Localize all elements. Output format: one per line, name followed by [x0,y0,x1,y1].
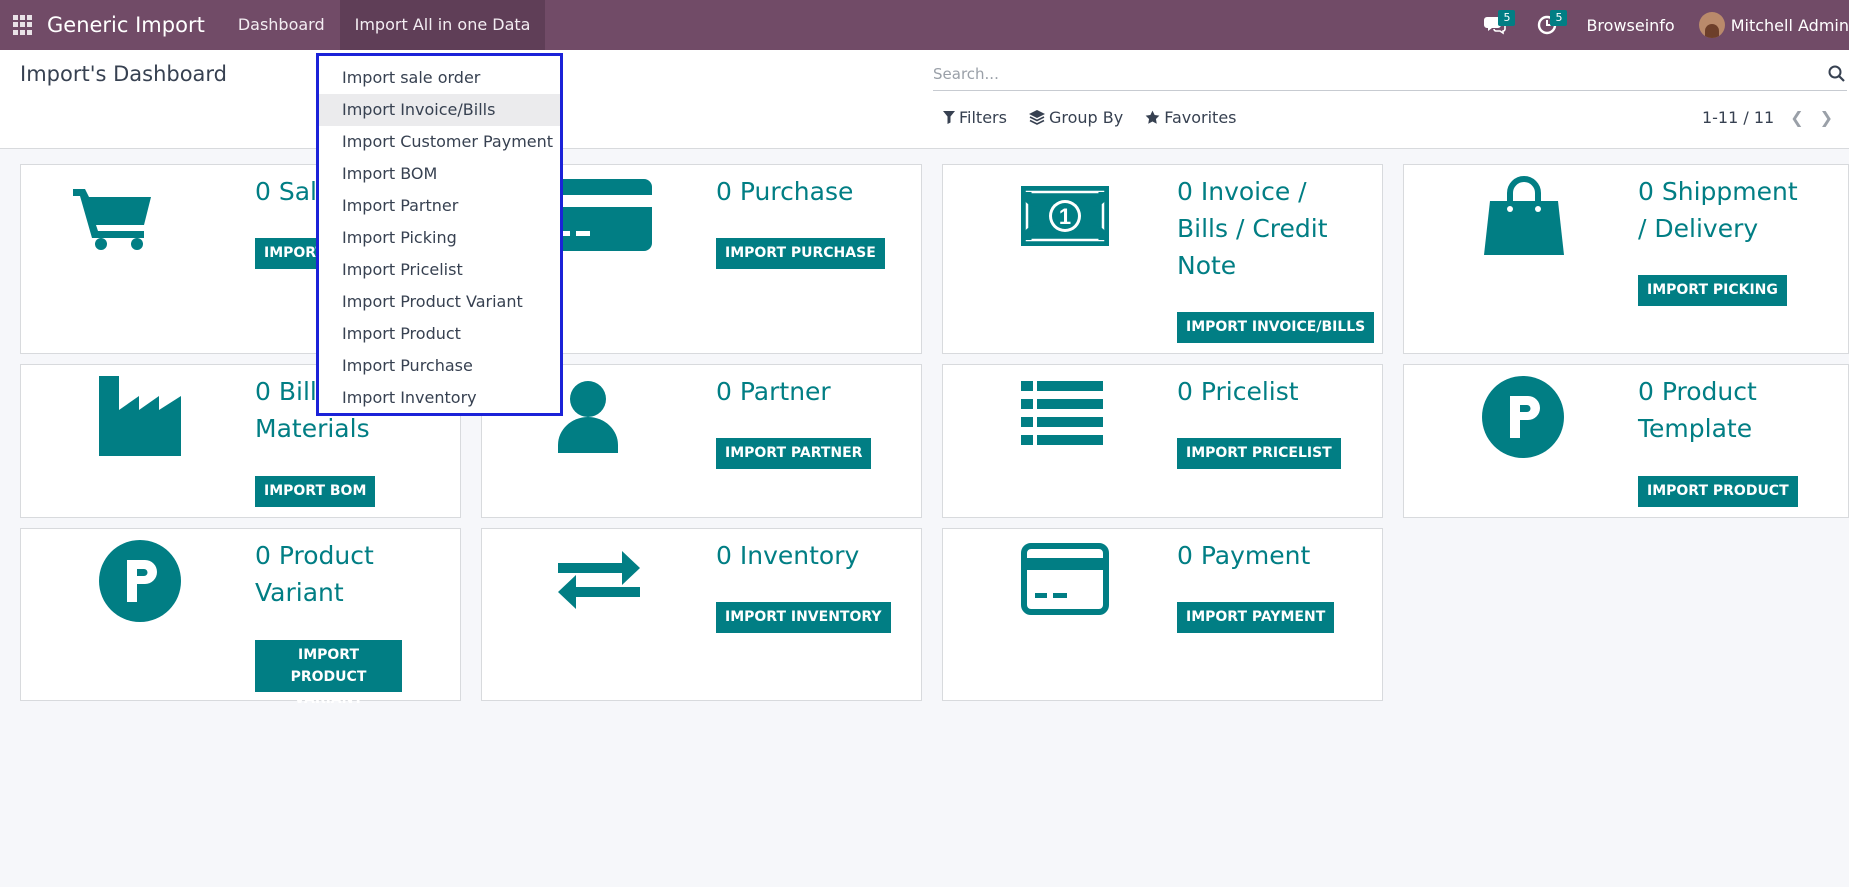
menu-dashboard[interactable]: Dashboard [223,0,340,50]
cart-icon [73,189,151,250]
dropdown-item-import-product[interactable]: Import Product [319,318,560,350]
import-payment-button[interactable]: IMPORT PAYMENT [1177,602,1335,633]
dropdown-item-import-product-variant[interactable]: Import Product Variant [319,286,560,318]
card-title: 0 Product Template [1638,377,1757,443]
favorites-label: Favorites [1164,108,1237,127]
activities-button[interactable]: 5 [1534,10,1568,38]
filters-label: Filters [959,108,1007,127]
layers-icon [1028,110,1045,125]
pager: 1-11 / 11 ❮ ❯ [1702,108,1833,127]
import-invoice-button[interactable]: IMPORT INVOICE/BILLS [1177,312,1375,343]
apps-grid-icon[interactable] [13,15,33,35]
activities-counter: 5 [1550,10,1568,26]
dropdown-item-import-purchase[interactable]: Import Purchase [319,350,560,382]
card-title: 0 Payment [1177,541,1311,570]
dropdown-item-import-customer-payment[interactable]: Import Customer Payment [319,126,560,158]
filter-icon [943,111,955,124]
dropdown-item-import-sale-order[interactable]: Import sale order [319,62,560,94]
pager-next-icon[interactable]: ❯ [1820,108,1833,127]
card-title: 0 Pricelist [1177,377,1299,406]
pager-previous-icon[interactable]: ❮ [1790,108,1803,127]
import-product-button[interactable]: IMPORT PRODUCT [1638,476,1798,507]
menu-import-all[interactable]: Import All in one Data [339,0,546,50]
import-inventory-button[interactable]: IMPORT INVENTORY [716,602,891,633]
import-pricelist-button[interactable]: IMPORT PRICELIST [1177,438,1341,469]
top-navbar: Generic Import Dashboard Import All in o… [0,0,1849,50]
shopping-bag-icon [1484,176,1564,255]
card-product-template: 0 Product Template IMPORT PRODUCT [1403,364,1849,518]
card-product-variant: 0 Product Variant IMPORT PRODUCT VARIANT [20,528,461,707]
dropdown-item-import-picking[interactable]: Import Picking [319,222,560,254]
svg-text:1: 1 [1059,204,1071,229]
import-all-dropdown: Import sale order Import Invoice/Bills I… [316,53,563,416]
card-shipment: 0 Shippment / Delivery IMPORT PICKING [1403,164,1849,354]
card-title: 0 Inventory [716,541,860,570]
card-pricelist: 0 Pricelist IMPORT PRICELIST [942,364,1383,518]
search-bar [933,60,1847,91]
user-menu[interactable]: Mitchell Admin [1698,12,1849,38]
group-by-label: Group By [1048,108,1124,127]
card-inventory: 0 Inventory IMPORT INVENTORY [481,528,922,701]
app-name[interactable]: Generic Import [47,13,205,37]
exchange-icon [558,551,640,609]
search-icon[interactable] [1827,64,1847,84]
control-panel: Import's Dashboard Filters Group By Favo… [0,50,1849,149]
dropdown-item-import-invoice-bills[interactable]: Import Invoice/Bills [319,94,560,126]
company-switcher[interactable]: Browseinfo [1586,16,1674,35]
card-title: 0 Invoice / Bills / Credit Note [1177,177,1328,280]
product-p-icon [99,540,181,622]
card-payment: 0 Payment IMPORT PAYMENT [942,528,1383,701]
dropdown-item-import-bom[interactable]: Import BOM [319,158,560,190]
user-name: Mitchell Admin [1730,15,1849,35]
avatar [1698,12,1725,38]
card-title: 0 Partner [716,377,831,406]
dropdown-item-import-partner[interactable]: Import Partner [319,190,560,222]
credit-card-icon [1021,543,1109,615]
page-title: Import's Dashboard [20,62,228,86]
messages-button[interactable]: 5 [1482,10,1516,38]
card-invoice: 1 0 Invoice / Bills / Credit Note IMPORT… [942,164,1383,354]
money-bill-icon: 1 [1021,186,1109,246]
group-by-button[interactable]: Group By [1028,108,1124,127]
filters-button[interactable]: Filters [943,108,1007,127]
search-input[interactable] [933,60,1793,88]
dropdown-item-import-pricelist[interactable]: Import Pricelist [319,254,560,286]
product-p-icon [1482,376,1564,458]
star-icon [1145,110,1160,124]
search-options: Filters Group By Favorites [943,108,1259,127]
dropdown-item-import-inventory[interactable]: Import Inventory [319,382,560,414]
pager-value[interactable]: 1-11 / 11 [1702,108,1774,127]
favorites-button[interactable]: Favorites [1145,108,1237,127]
card-title: 0 Product Variant [255,541,374,607]
import-purchase-button[interactable]: IMPORT PURCHASE [716,238,885,269]
card-title: 0 Shippment / Delivery [1638,177,1798,243]
industry-icon [99,376,181,456]
import-picking-button[interactable]: IMPORT PICKING [1638,275,1787,306]
list-icon [1021,381,1103,445]
messages-counter: 5 [1498,10,1516,26]
card-title: 0 Purchase [716,177,854,206]
import-product-variant-button[interactable]: IMPORT PRODUCT VARIANT [255,640,402,707]
user-icon [558,381,618,453]
import-partner-button[interactable]: IMPORT PARTNER [716,438,872,469]
import-bom-button[interactable]: IMPORT BOM [255,476,376,507]
